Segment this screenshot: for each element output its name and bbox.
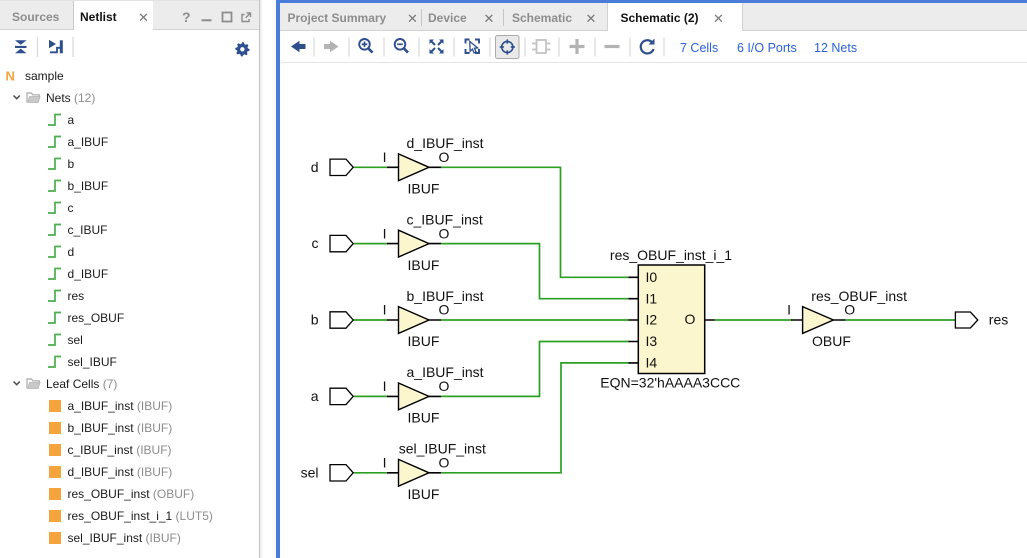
- svg-text:I2: I2: [646, 312, 658, 328]
- svg-text:OBUF: OBUF: [812, 333, 851, 349]
- svg-text:res_OBUF_inst: res_OBUF_inst: [811, 288, 907, 304]
- svg-text:I: I: [383, 302, 387, 318]
- svg-text:I: I: [383, 455, 387, 471]
- svg-text:O: O: [685, 311, 696, 327]
- svg-text:I0: I0: [646, 269, 658, 285]
- svg-text:IBUF: IBUF: [408, 410, 440, 426]
- svg-text:I: I: [383, 149, 387, 165]
- svg-text:sel_IBUF_inst: sel_IBUF_inst: [399, 441, 486, 457]
- svg-text:N: N: [6, 69, 15, 84]
- svg-text:IBUF: IBUF: [408, 181, 440, 197]
- svg-text:d: d: [311, 159, 319, 175]
- svg-text:I: I: [383, 225, 387, 241]
- svg-text:sel: sel: [301, 464, 319, 480]
- svg-text:EQN=32'hAAAA3CCC: EQN=32'hAAAA3CCC: [600, 374, 740, 390]
- svg-text:I: I: [383, 378, 387, 394]
- svg-text:?: ?: [182, 9, 191, 25]
- svg-text:I4: I4: [646, 355, 658, 371]
- svg-text:a_IBUF_inst: a_IBUF_inst: [407, 364, 484, 380]
- svg-text:I3: I3: [646, 333, 658, 349]
- svg-text:c: c: [312, 235, 319, 251]
- svg-text:O: O: [439, 225, 450, 241]
- svg-text:IBUF: IBUF: [408, 486, 440, 502]
- svg-text:c_IBUF_inst: c_IBUF_inst: [407, 211, 483, 227]
- svg-text:O: O: [439, 455, 450, 471]
- svg-text:res_OBUF_inst_i_1: res_OBUF_inst_i_1: [610, 247, 732, 263]
- svg-text:I1: I1: [646, 290, 658, 306]
- svg-text:b: b: [311, 312, 319, 328]
- svg-text:I: I: [787, 302, 791, 318]
- svg-text:O: O: [439, 302, 450, 318]
- svg-text:O: O: [439, 149, 450, 165]
- svg-text:a: a: [311, 388, 319, 404]
- svg-text:d_IBUF_inst: d_IBUF_inst: [407, 135, 484, 151]
- svg-text:O: O: [844, 302, 855, 318]
- svg-text:O: O: [439, 378, 450, 394]
- svg-text:IBUF: IBUF: [408, 333, 440, 349]
- svg-text:IBUF: IBUF: [408, 257, 440, 273]
- svg-text:b_IBUF_inst: b_IBUF_inst: [407, 288, 484, 304]
- svg-text:res: res: [989, 312, 1008, 328]
